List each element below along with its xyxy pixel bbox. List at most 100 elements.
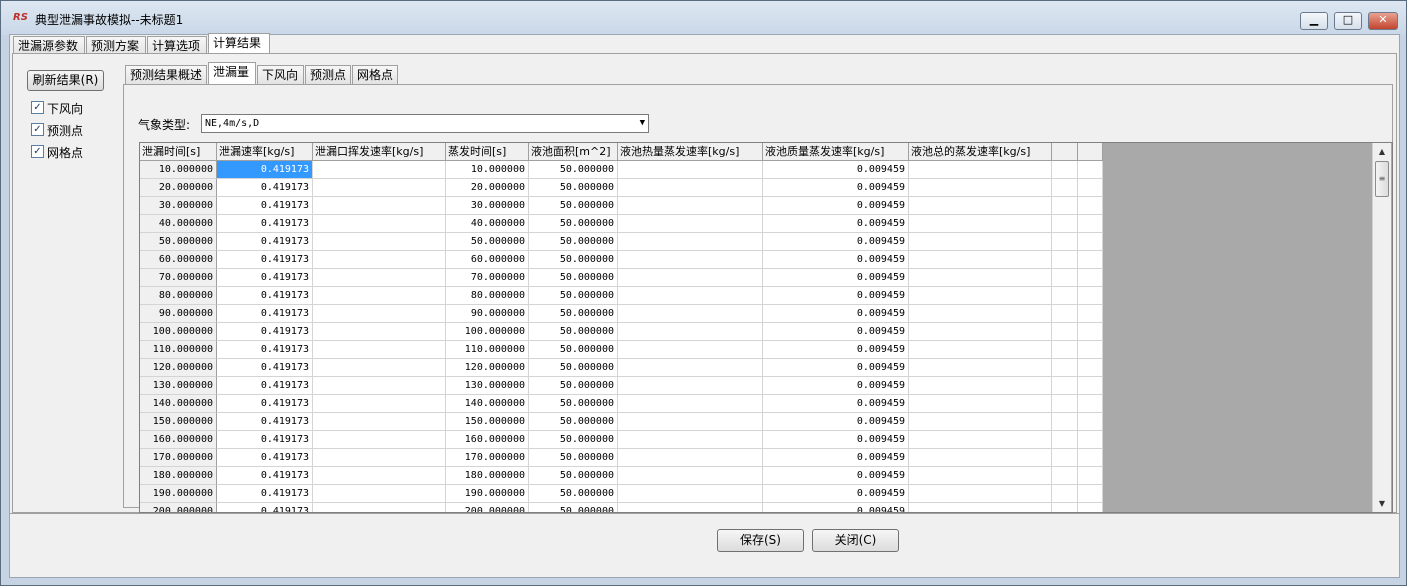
table-cell[interactable] xyxy=(1052,467,1078,485)
table-cell[interactable] xyxy=(909,449,1052,467)
table-cell[interactable]: 50.000000 xyxy=(529,251,618,269)
table-cell[interactable] xyxy=(1078,197,1103,215)
table-cell[interactable] xyxy=(618,305,763,323)
table-cell[interactable] xyxy=(618,449,763,467)
table-cell[interactable] xyxy=(1052,323,1078,341)
table-cell[interactable]: 50.000000 xyxy=(529,305,618,323)
table-cell[interactable] xyxy=(909,197,1052,215)
grid-header-cell[interactable]: 泄漏时间[s] xyxy=(140,143,217,161)
tab-prediction-points[interactable]: 预测点 xyxy=(305,65,351,84)
table-cell[interactable] xyxy=(618,179,763,197)
table-cell[interactable] xyxy=(909,251,1052,269)
table-cell[interactable]: 0.419173 xyxy=(217,269,313,287)
table-cell[interactable]: 0.009459 xyxy=(763,215,909,233)
table-cell[interactable]: 200.000000 xyxy=(140,503,217,512)
table-cell[interactable]: 50.000000 xyxy=(529,449,618,467)
table-cell[interactable]: 90.000000 xyxy=(140,305,217,323)
table-cell[interactable]: 50.000000 xyxy=(529,503,618,512)
table-cell[interactable]: 0.009459 xyxy=(763,323,909,341)
table-cell[interactable] xyxy=(1078,341,1103,359)
table-cell[interactable]: 20.000000 xyxy=(140,179,217,197)
table-cell[interactable] xyxy=(909,503,1052,512)
table-cell[interactable] xyxy=(1052,305,1078,323)
table-cell[interactable] xyxy=(1052,251,1078,269)
table-cell[interactable]: 80.000000 xyxy=(446,287,529,305)
table-cell[interactable]: 0.009459 xyxy=(763,341,909,359)
table-cell[interactable] xyxy=(618,323,763,341)
table-cell[interactable] xyxy=(618,395,763,413)
table-cell[interactable]: 60.000000 xyxy=(140,251,217,269)
table-cell[interactable] xyxy=(909,413,1052,431)
table-cell[interactable]: 50.000000 xyxy=(529,341,618,359)
table-cell[interactable]: 10.000000 xyxy=(446,161,529,179)
table-cell[interactable] xyxy=(618,161,763,179)
tab-downwind[interactable]: 下风向 xyxy=(257,65,304,84)
table-cell[interactable] xyxy=(313,467,446,485)
table-cell[interactable] xyxy=(1078,413,1103,431)
table-cell[interactable] xyxy=(1078,485,1103,503)
table-cell[interactable] xyxy=(313,431,446,449)
table-cell[interactable] xyxy=(313,305,446,323)
table-cell[interactable]: 150.000000 xyxy=(140,413,217,431)
table-cell[interactable] xyxy=(1078,467,1103,485)
table-cell[interactable] xyxy=(1078,449,1103,467)
title-bar[interactable]: RS 典型泄漏事故模拟--未标题1 ▁ □ ✕ xyxy=(1,1,1406,35)
table-cell[interactable] xyxy=(618,233,763,251)
grid-header-cell[interactable]: 泄漏口挥发速率[kg/s] xyxy=(313,143,446,161)
table-cell[interactable]: 160.000000 xyxy=(446,431,529,449)
table-cell[interactable] xyxy=(313,323,446,341)
table-cell[interactable]: 140.000000 xyxy=(140,395,217,413)
table-cell[interactable]: 0.419173 xyxy=(217,287,313,305)
table-cell[interactable] xyxy=(618,431,763,449)
table-cell[interactable]: 100.000000 xyxy=(140,323,217,341)
table-cell[interactable]: 50.000000 xyxy=(529,467,618,485)
table-cell[interactable]: 0.009459 xyxy=(763,197,909,215)
table-cell[interactable] xyxy=(313,251,446,269)
table-cell[interactable] xyxy=(313,197,446,215)
table-cell[interactable] xyxy=(909,269,1052,287)
table-cell[interactable]: 50.000000 xyxy=(529,287,618,305)
table-cell[interactable]: 150.000000 xyxy=(446,413,529,431)
table-cell[interactable] xyxy=(909,179,1052,197)
table-cell[interactable]: 0.009459 xyxy=(763,485,909,503)
table-cell[interactable]: 0.419173 xyxy=(217,413,313,431)
table-cell[interactable]: 180.000000 xyxy=(140,467,217,485)
table-cell[interactable] xyxy=(1052,413,1078,431)
save-button[interactable]: 保存(S) xyxy=(717,529,804,552)
table-cell[interactable]: 100.000000 xyxy=(446,323,529,341)
table-cell[interactable]: 160.000000 xyxy=(140,431,217,449)
table-cell[interactable] xyxy=(618,197,763,215)
table-cell[interactable] xyxy=(909,215,1052,233)
table-cell[interactable]: 190.000000 xyxy=(446,485,529,503)
table-cell[interactable] xyxy=(618,467,763,485)
table-cell[interactable] xyxy=(618,503,763,512)
table-cell[interactable] xyxy=(313,395,446,413)
table-cell[interactable] xyxy=(313,485,446,503)
table-cell[interactable] xyxy=(909,161,1052,179)
grid-header-cell[interactable]: 液池面积[m^2] xyxy=(529,143,618,161)
grid-header-cell[interactable] xyxy=(1078,143,1103,161)
table-cell[interactable] xyxy=(313,287,446,305)
table-cell[interactable]: 50.000000 xyxy=(529,359,618,377)
table-cell[interactable]: 60.000000 xyxy=(446,251,529,269)
table-cell[interactable] xyxy=(618,485,763,503)
minimize-button[interactable]: ▁ xyxy=(1300,12,1328,30)
table-cell[interactable] xyxy=(618,287,763,305)
table-cell[interactable]: 120.000000 xyxy=(140,359,217,377)
refresh-results-button[interactable]: 刷新结果(R) xyxy=(27,70,104,91)
table-cell[interactable]: 140.000000 xyxy=(446,395,529,413)
checkbox-grid-points-box[interactable]: ✓ xyxy=(31,145,44,158)
table-cell[interactable]: 0.419173 xyxy=(217,485,313,503)
table-cell[interactable]: 0.009459 xyxy=(763,467,909,485)
table-cell[interactable]: 30.000000 xyxy=(446,197,529,215)
table-cell[interactable]: 0.009459 xyxy=(763,305,909,323)
scroll-thumb[interactable]: ≡ xyxy=(1375,161,1389,197)
table-cell[interactable] xyxy=(313,233,446,251)
tab-leak-amount[interactable]: 泄漏量 xyxy=(208,62,256,84)
chevron-down-icon[interactable]: ▼ xyxy=(640,115,645,132)
table-cell[interactable]: 0.419173 xyxy=(217,431,313,449)
table-cell[interactable] xyxy=(1078,269,1103,287)
table-cell[interactable] xyxy=(1078,395,1103,413)
table-cell[interactable] xyxy=(1078,359,1103,377)
table-cell[interactable]: 190.000000 xyxy=(140,485,217,503)
